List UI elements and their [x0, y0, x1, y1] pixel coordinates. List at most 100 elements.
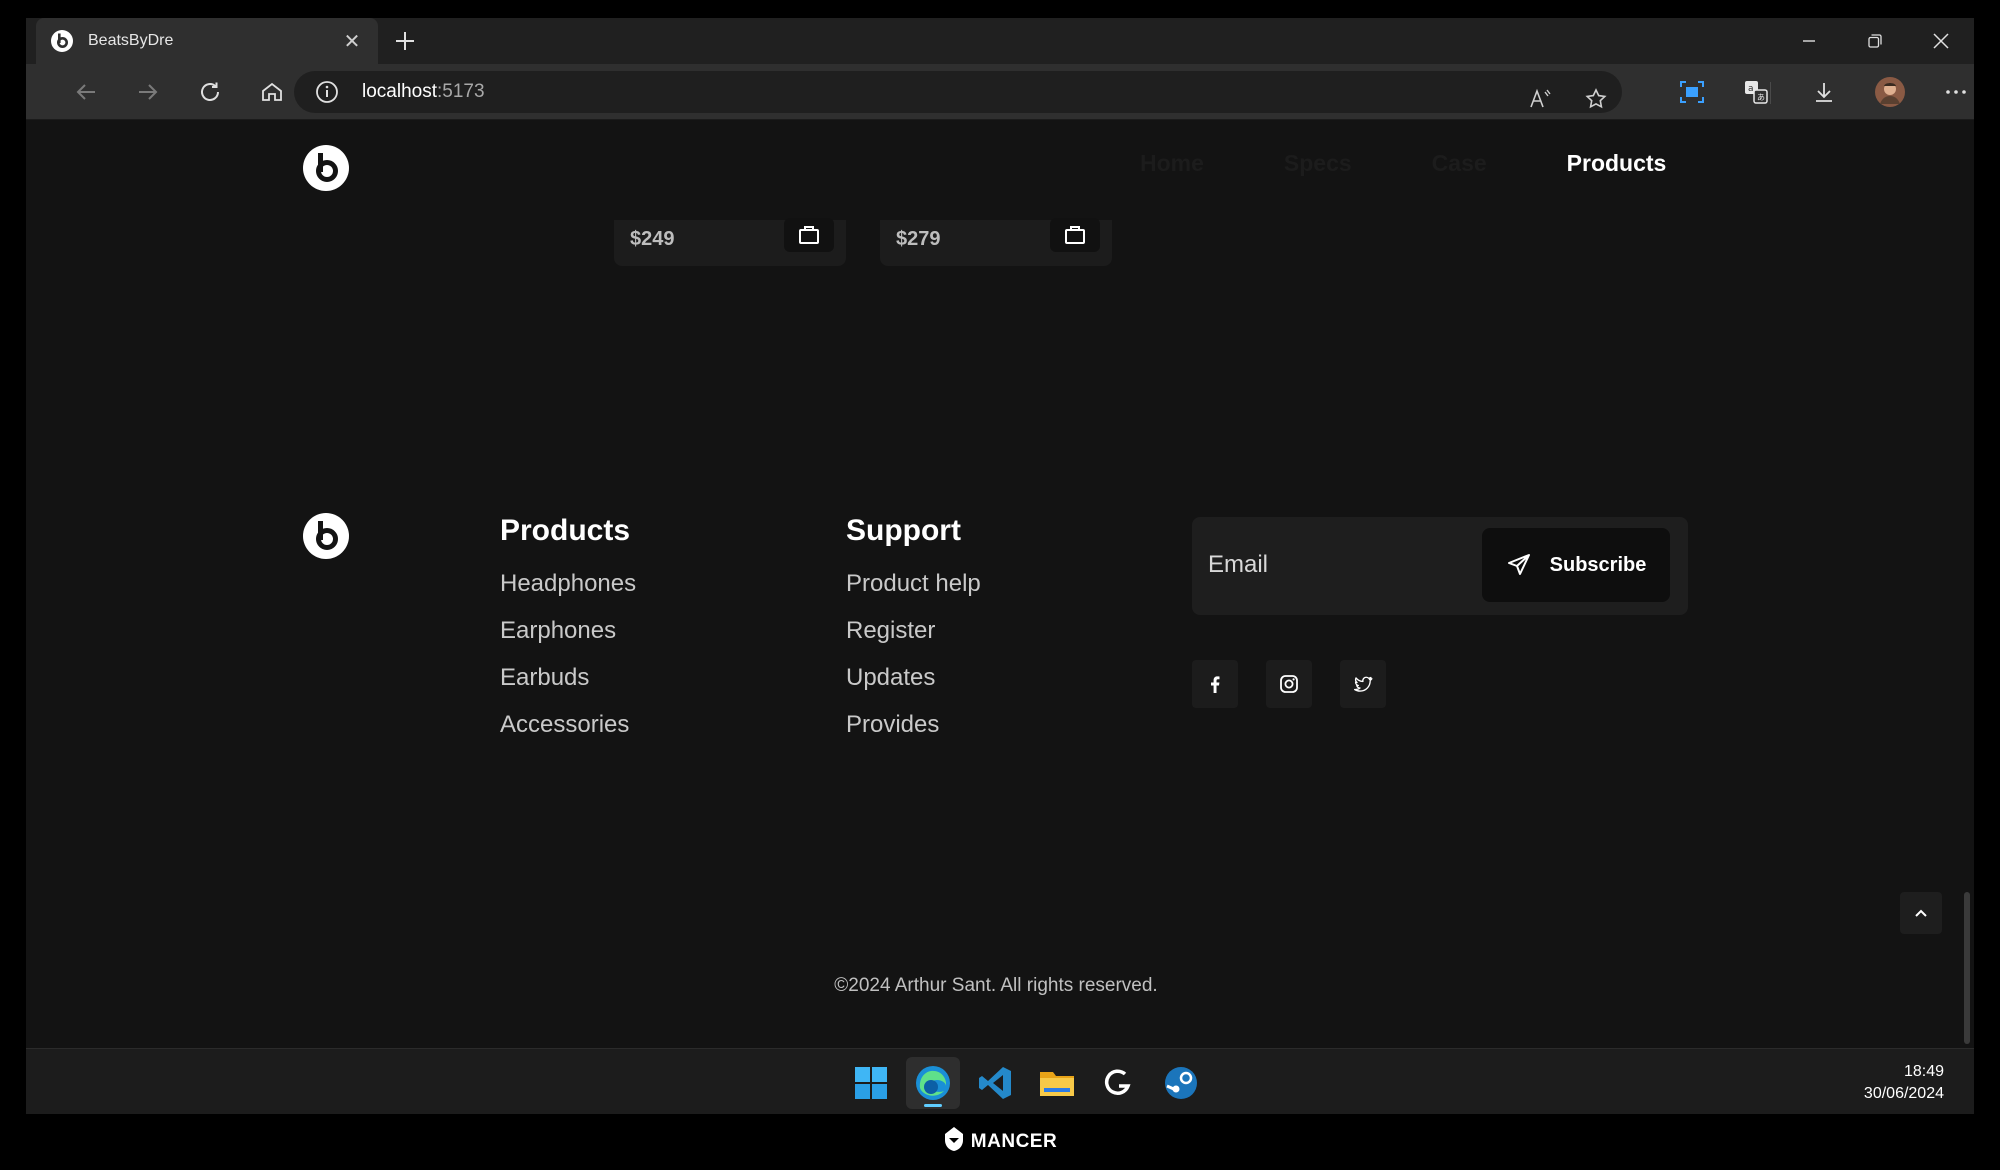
taskbar-ghub[interactable]	[1092, 1057, 1146, 1109]
twitter-icon	[1354, 676, 1373, 692]
product-card: $279	[880, 218, 1112, 266]
tab-bar: BeatsByDre ✕	[26, 18, 1974, 64]
taskbar: 18:49 30/06/2024	[26, 1048, 1974, 1114]
footer-support-column: Support Product help Register Updates Pr…	[846, 514, 981, 758]
footer-link-product-help[interactable]: Product help	[846, 570, 981, 617]
twitter-button[interactable]	[1340, 660, 1386, 708]
download-icon	[1816, 83, 1832, 102]
back-to-top-button[interactable]	[1900, 892, 1942, 934]
minimize-icon	[1803, 40, 1815, 42]
more-dots-icon	[1946, 90, 1966, 94]
product-price: $279	[896, 228, 941, 250]
steam-icon	[1165, 1067, 1197, 1099]
forward-button[interactable]	[128, 72, 168, 112]
taskbar-steam[interactable]	[1154, 1057, 1208, 1109]
active-app-indicator	[924, 1104, 942, 1107]
back-button[interactable]	[66, 72, 106, 112]
close-window-button[interactable]	[1908, 18, 1974, 64]
beats-logo-icon[interactable]	[302, 144, 350, 192]
windows-start-icon	[855, 1067, 887, 1099]
profile-button[interactable]	[1870, 72, 1910, 112]
edge-icon	[916, 1066, 950, 1100]
instagram-icon	[1280, 675, 1298, 693]
tab-close-icon[interactable]: ✕	[340, 29, 364, 54]
footer-link-register[interactable]: Register	[846, 617, 981, 664]
logitech-ghub-icon	[1105, 1069, 1131, 1095]
subscribe-label: Subscribe	[1549, 553, 1647, 576]
footer-link-updates[interactable]: Updates	[846, 664, 981, 711]
downloads-button[interactable]	[1804, 72, 1844, 112]
footer-link-earphones[interactable]: Earphones	[500, 617, 636, 664]
subscribe-form: Subscribe	[1192, 517, 1688, 615]
nav-home[interactable]: Home	[1140, 150, 1204, 177]
vscode-icon	[979, 1067, 1011, 1099]
start-button[interactable]	[844, 1057, 898, 1109]
send-icon	[1507, 554, 1530, 575]
plus-icon	[396, 32, 414, 50]
screenshot-button[interactable]	[1672, 72, 1712, 112]
facebook-icon	[1211, 676, 1220, 693]
page-scrollbar[interactable]	[1964, 892, 1970, 1044]
footer-support-heading: Support	[846, 514, 961, 547]
tab-beatsbydre[interactable]: BeatsByDre ✕	[36, 18, 378, 64]
home-button[interactable]	[252, 72, 292, 112]
url-bar[interactable]: localhost:5173	[294, 71, 1622, 113]
url-host: localhost	[362, 81, 437, 102]
add-to-cart-button[interactable]	[784, 218, 834, 252]
svg-text:あ: あ	[1757, 93, 1765, 102]
close-icon	[1933, 33, 1949, 49]
address-toolbar: localhost:5173 aあ	[26, 64, 1974, 120]
url-text: localhost:5173	[362, 81, 485, 103]
page-viewport: Home Specs Case Products $249 $279 Produ…	[26, 120, 1974, 1048]
more-button[interactable]	[1936, 72, 1974, 112]
avatar	[1875, 77, 1905, 107]
subscribe-button[interactable]: Subscribe	[1482, 528, 1670, 602]
email-field[interactable]	[1208, 535, 1468, 595]
clock-date: 30/06/2024	[1863, 1085, 1944, 1102]
facebook-button[interactable]	[1192, 660, 1238, 708]
favorite-button[interactable]	[1576, 79, 1616, 119]
tab-title: BeatsByDre	[88, 32, 174, 49]
product-card: $249	[614, 218, 846, 266]
nav-specs[interactable]: Specs	[1284, 150, 1352, 177]
read-aloud-icon	[1530, 88, 1551, 108]
footer-products-column: Products Headphones Earphones Earbuds Ac…	[500, 514, 636, 758]
cart-icon	[1065, 226, 1085, 244]
taskbar-edge[interactable]	[906, 1057, 960, 1109]
footer-link-accessories[interactable]: Accessories	[500, 711, 636, 758]
footer-products-heading: Products	[500, 514, 631, 547]
footer-logo-icon[interactable]	[302, 512, 350, 560]
footer-link-earbuds[interactable]: Earbuds	[500, 664, 636, 711]
restore-button[interactable]	[1842, 18, 1908, 64]
read-aloud-button[interactable]	[1520, 79, 1560, 119]
file-explorer-icon	[1040, 1072, 1074, 1096]
footer-link-headphones[interactable]: Headphones	[500, 570, 636, 617]
screenshot-icon	[1680, 81, 1704, 103]
new-tab-button[interactable]	[390, 26, 420, 56]
window-controls	[1776, 18, 1974, 64]
url-port: :5173	[437, 81, 485, 102]
taskbar-vscode[interactable]	[968, 1057, 1022, 1109]
mancer-logo-icon	[944, 1127, 963, 1151]
brand-text: MANCER	[970, 1131, 1058, 1152]
footer-link-provides[interactable]: Provides	[846, 711, 981, 758]
beats-favicon-icon	[51, 30, 73, 52]
refresh-icon	[201, 82, 219, 101]
system-clock[interactable]: 18:49 30/06/2024	[1864, 1061, 1944, 1105]
translate-icon: aあ	[1745, 81, 1768, 104]
instagram-button[interactable]	[1266, 660, 1312, 708]
taskbar-file-explorer[interactable]	[1030, 1057, 1084, 1109]
info-icon[interactable]	[314, 79, 340, 105]
restore-icon	[1868, 34, 1882, 48]
toolbar-divider	[1770, 82, 1771, 104]
nav-case[interactable]: Case	[1432, 150, 1487, 177]
svg-text:a: a	[1748, 84, 1754, 94]
refresh-button[interactable]	[190, 72, 230, 112]
cart-icon	[799, 226, 819, 244]
product-price: $249	[630, 228, 675, 250]
minimize-button[interactable]	[1776, 18, 1842, 64]
star-icon	[1585, 88, 1607, 109]
nav-products[interactable]: Products	[1567, 150, 1667, 177]
home-icon	[262, 82, 282, 101]
add-to-cart-button[interactable]	[1050, 218, 1100, 252]
